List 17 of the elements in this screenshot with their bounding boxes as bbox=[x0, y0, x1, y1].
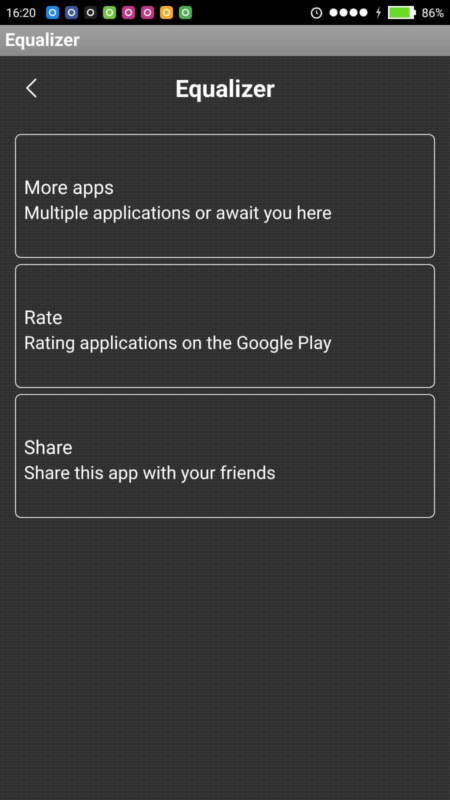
battery-icon bbox=[388, 6, 416, 19]
battery-percentage: 86% bbox=[422, 6, 444, 20]
card-subtitle: Rating applications on the Google Play bbox=[24, 333, 333, 354]
card-subtitle: Multiple applications or await you here bbox=[24, 203, 333, 224]
page-title: Equalizer bbox=[175, 75, 275, 103]
charging-icon bbox=[374, 6, 382, 19]
app-title: Equalizer bbox=[5, 30, 80, 51]
menu-card[interactable]: More apps Multiple applications or await you here bbox=[15, 134, 435, 258]
card-title: Rate bbox=[24, 306, 64, 329]
menu-card[interactable]: Share Share this app with your friends bbox=[15, 394, 435, 518]
signal-icon bbox=[328, 8, 369, 17]
card-subtitle: Share this app with your friends bbox=[24, 463, 277, 484]
clock: 16:20 bbox=[6, 6, 36, 20]
card-title: More apps bbox=[24, 176, 115, 199]
card-title: Share bbox=[24, 436, 74, 459]
menu-card[interactable]: Rate Rating applications on the Google Play bbox=[15, 264, 435, 388]
alarm-icon bbox=[310, 6, 323, 19]
